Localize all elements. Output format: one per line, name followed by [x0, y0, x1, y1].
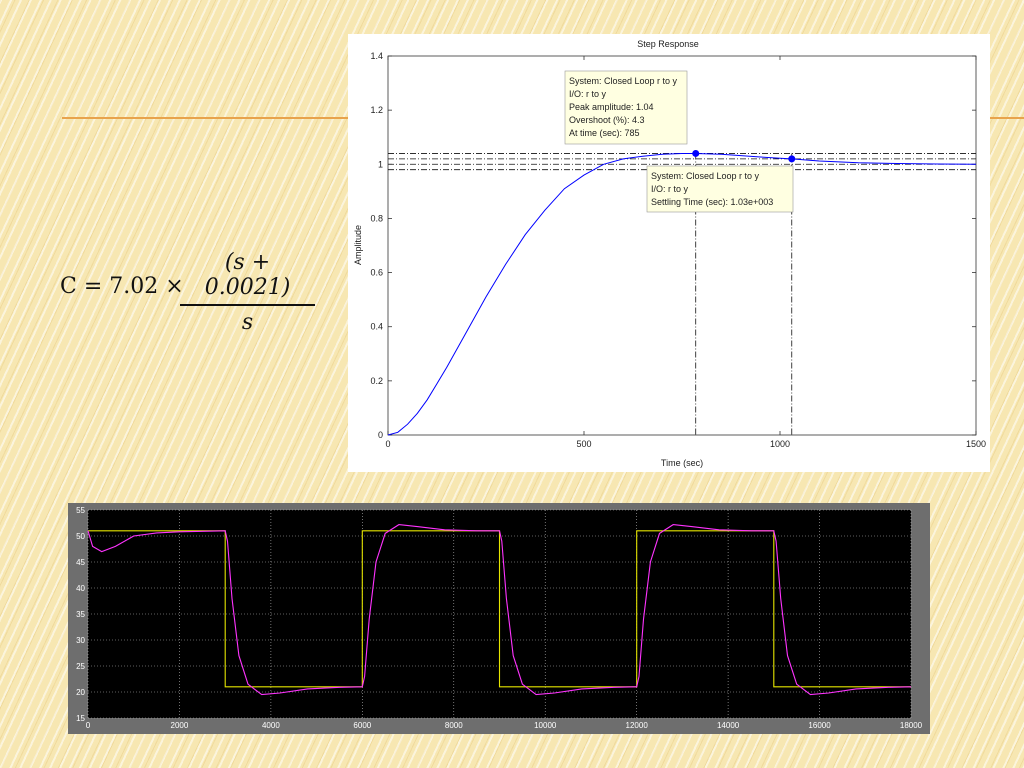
- settling-annotation-line: Settling Time (sec): 1.03e+003: [651, 197, 773, 207]
- step-y-tick-label: 1.2: [370, 105, 383, 115]
- peak-annotation: System: Closed Loop r to y I/O: r to y P…: [564, 70, 688, 145]
- scope-y-tick-label: 40: [76, 584, 85, 593]
- scope-y-tick-label: 30: [76, 636, 85, 645]
- scope-y-tick-label: 15: [76, 714, 85, 723]
- step-x-axis-label: Time (sec): [661, 458, 703, 468]
- scope-x-tick-label: 8000: [445, 721, 463, 730]
- step-y-tick-label: 0.8: [370, 213, 383, 223]
- scope-x-tick-label: 10000: [534, 721, 557, 730]
- step-x-tick-label: 0: [385, 439, 390, 449]
- scope-figure: 0 2000 4000 6000 8000 10000 12000 14000 16000 180…: [68, 503, 930, 734]
- scope-y-tick-label: 45: [76, 558, 85, 567]
- scope-y-tick-label: 50: [76, 532, 85, 541]
- equation-fraction: (s + 0.0021) s: [180, 250, 315, 335]
- controller-equation: C = 7.02 × (s + 0.0021) s: [60, 250, 330, 335]
- scope-y-tick-label: 55: [76, 506, 85, 515]
- step-y-tick-label: 1: [378, 159, 383, 169]
- scope-x-tick-label: 12000: [626, 721, 649, 730]
- scope-y-tick-label: 35: [76, 610, 85, 619]
- scope-chart: 0 2000 4000 6000 8000 10000 12000 14000 16000 180…: [76, 506, 923, 730]
- step-y-tick-label: 0.4: [370, 322, 383, 332]
- peak-annotation-line: Peak amplitude: 1.04: [569, 102, 654, 112]
- step-y-axis-label: Amplitude: [353, 225, 363, 265]
- step-y-tick-label: 0: [378, 430, 383, 440]
- scope-x-tick-label: 16000: [808, 721, 831, 730]
- scope-y-tick-label: 25: [76, 662, 85, 671]
- step-response-chart: Step Response 0 500 1000 1500 0 0.2 0.4 0.6 0.8 1…: [353, 39, 986, 468]
- step-x-tick-label: 1000: [770, 439, 790, 449]
- scope-x-tick-label: 18000: [900, 721, 923, 730]
- step-y-tick-label: 0.6: [370, 268, 383, 278]
- settling-annotation-line: System: Closed Loop r to y: [651, 171, 760, 181]
- step-y-tick-label: 0.2: [370, 376, 383, 386]
- step-response-figure: Step Response 0 500 1000 1500 0 0.2 0.4 0.6 0.8 1…: [348, 34, 990, 472]
- peak-annotation-line: Overshoot (%): 4.3: [569, 115, 645, 125]
- scope-y-tick-label: 20: [76, 688, 85, 697]
- step-data-marker[interactable]: [692, 149, 700, 157]
- decorative-rule-left: [62, 117, 362, 119]
- step-chart-title: Step Response: [637, 39, 699, 49]
- scope-x-tick-label: 4000: [262, 721, 280, 730]
- step-x-tick-label: 500: [576, 439, 591, 449]
- equation-lhs: C = 7.02 ×: [60, 274, 184, 299]
- scope-x-tick-label: 2000: [171, 721, 189, 730]
- settling-annotation-line: I/O: r to y: [651, 184, 689, 194]
- scope-x-tick-label: 6000: [353, 721, 371, 730]
- equation-numerator: (s + 0.0021): [204, 250, 291, 300]
- step-data-marker[interactable]: [788, 155, 796, 163]
- step-y-tick-label: 1.4: [370, 51, 383, 61]
- scope-x-tick-label: 0: [86, 721, 91, 730]
- peak-annotation-line: At time (sec): 785: [569, 128, 640, 138]
- equation-denominator: s: [241, 310, 254, 335]
- settling-annotation: System: Closed Loop r to y I/O: r to y S…: [646, 165, 794, 213]
- decorative-rule-right: [990, 117, 1024, 119]
- fraction-bar: [180, 304, 315, 306]
- peak-annotation-line: System: Closed Loop r to y: [569, 76, 678, 86]
- peak-annotation-line: I/O: r to y: [569, 89, 607, 99]
- step-x-tick-label: 1500: [966, 439, 986, 449]
- scope-x-tick-label: 14000: [717, 721, 740, 730]
